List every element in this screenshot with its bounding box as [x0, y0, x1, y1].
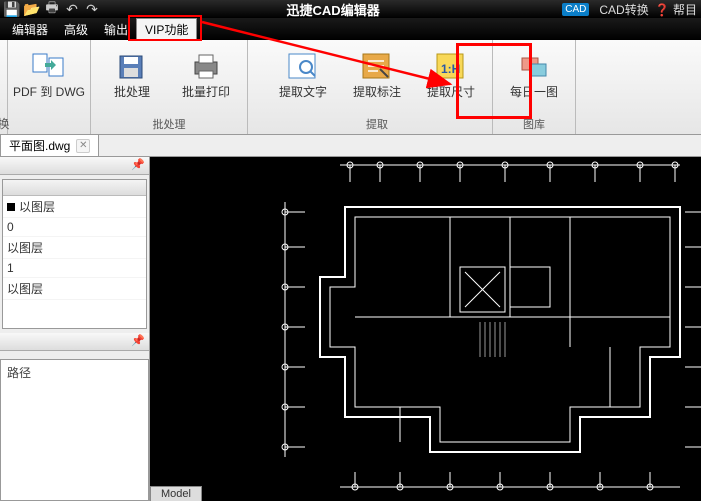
left-panel: 📌 以图层 0 以图层 1 以图层 📌 路径 [0, 157, 150, 501]
batch-print-button[interactable]: 批量打印 [169, 44, 243, 116]
ribbon-group-extract-label: 提取 [266, 116, 488, 134]
save-icon[interactable]: 💾 [4, 1, 20, 17]
panel-header: 📌 [0, 157, 149, 175]
model-tab[interactable]: Model [150, 486, 202, 501]
model-tabs: Model [150, 483, 202, 501]
path-panel: 路径 [0, 359, 149, 501]
ribbon-group-extract: 提取文字 提取标注 1:Н 提取尺寸 提取 [248, 40, 493, 134]
ribbon-group-gallery-label: 图库 [497, 116, 571, 134]
menu-advanced[interactable]: 高级 [56, 19, 96, 40]
print-icon[interactable]: 🖶 [44, 1, 60, 17]
batch-save-icon [115, 49, 149, 83]
cad-badge: CAD [562, 3, 589, 16]
redo-icon[interactable]: ↷ [84, 1, 100, 17]
pdf-to-dwg-icon [32, 49, 66, 83]
pdf-to-dwg-button[interactable]: PDF 到 DWG [12, 44, 86, 116]
panel-divider: 📌 [0, 333, 149, 351]
pin-icon[interactable]: 📌 [131, 334, 145, 347]
document-tabs: 平面图.dwg ✕ [0, 135, 701, 157]
ribbon-group-batch-label: 批处理 [95, 116, 243, 134]
ribbon-group-gallery: 每日一图 图库 [493, 40, 576, 134]
menu-bar: 编辑器 高级 输出 VIP功能 [0, 18, 701, 40]
extract-annotation-icon [360, 49, 394, 83]
extract-dimension-icon: 1:Н [434, 49, 468, 83]
help-link[interactable]: ❓ 帮目 [655, 1, 697, 18]
app-title: 迅捷CAD编辑器 [104, 0, 562, 19]
daily-image-icon [517, 49, 551, 83]
layer-row[interactable]: 以图层 [3, 196, 146, 218]
document-tab[interactable]: 平面图.dwg ✕ [0, 134, 99, 156]
layer-row[interactable]: 0 [3, 218, 146, 237]
layer-list[interactable]: 以图层 0 以图层 1 以图层 [2, 179, 147, 329]
batch-print-icon [189, 49, 223, 83]
path-label: 路径 [1, 360, 148, 385]
layer-row[interactable]: 以图层 [3, 278, 146, 300]
extract-dimension-button[interactable]: 1:Н 提取尺寸 [414, 44, 488, 116]
menu-vip[interactable]: VIP功能 [136, 18, 197, 40]
ribbon-group-batch: 批处理 批量打印 批处理 [91, 40, 248, 134]
menu-editor[interactable]: 编辑器 [4, 19, 56, 40]
svg-text:1:Н: 1:Н [441, 62, 460, 76]
extract-annotation-button[interactable]: 提取标注 [340, 44, 414, 116]
layer-row[interactable]: 1 [3, 259, 146, 278]
pin-icon[interactable]: 📌 [131, 158, 145, 171]
document-tab-name: 平面图.dwg [9, 137, 70, 154]
cad-convert-link[interactable]: CAD转换 [599, 1, 648, 18]
extract-text-icon [286, 49, 320, 83]
open-icon[interactable]: 📂 [24, 1, 40, 17]
title-bar: 💾 📂 🖶 ↶ ↷ 迅捷CAD编辑器 CAD CAD转换 ❓ 帮目 [0, 0, 701, 18]
daily-image-button[interactable]: 每日一图 [497, 44, 571, 116]
cad-canvas[interactable] [150, 157, 701, 501]
batch-button[interactable]: 批处理 [95, 44, 169, 116]
workspace: 📌 以图层 0 以图层 1 以图层 📌 路径 [0, 157, 701, 501]
ribbon-group-convert: PDF 到 DWG [8, 40, 91, 134]
ribbon-left-stub: 换 [0, 40, 8, 134]
ribbon: 换 PDF 到 DWG 批处理 批量打印 批处理 提取文字 [0, 40, 701, 135]
layer-row[interactable]: 以图层 [3, 237, 146, 259]
undo-icon[interactable]: ↶ [64, 1, 80, 17]
close-tab-icon[interactable]: ✕ [76, 139, 90, 153]
drawing [150, 157, 701, 501]
extract-text-button[interactable]: 提取文字 [266, 44, 340, 116]
menu-output[interactable]: 输出 [96, 19, 136, 40]
